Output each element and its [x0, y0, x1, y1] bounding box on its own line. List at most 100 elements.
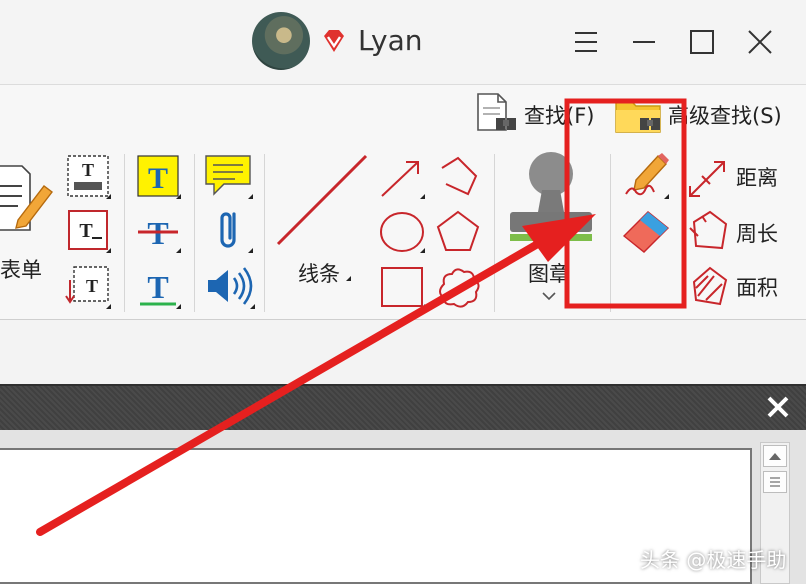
maximize-button[interactable] [682, 22, 722, 62]
form-label: 表单 [0, 258, 42, 282]
title-bar: Lyan [0, 0, 806, 84]
line-label: 线条 [298, 262, 340, 286]
svg-text:T: T [79, 220, 93, 242]
separator [124, 154, 125, 312]
highlight-text-tool[interactable]: T [134, 152, 182, 200]
find-button[interactable]: 查找(F) [474, 92, 594, 138]
advanced-find-label: 高级查找(S) [668, 104, 782, 128]
text-insert-caret[interactable] [106, 304, 111, 309]
stamp-icon [510, 152, 592, 241]
paperclip-icon [220, 212, 236, 248]
eraser-icon [622, 211, 670, 253]
close-button[interactable] [740, 22, 780, 62]
underline-caret[interactable] [176, 304, 181, 309]
strikeout-text-icon: T [138, 215, 178, 251]
perimeter-label: 周长 [736, 222, 778, 246]
menu-icon [575, 32, 597, 52]
area-label: 面积 [736, 276, 778, 300]
find-label: 查找(F) [524, 104, 595, 128]
attach-file-tool[interactable] [206, 206, 254, 254]
pencil-tool[interactable] [620, 150, 672, 200]
find-document-icon [477, 93, 516, 131]
text-field-icon: T [68, 210, 108, 250]
text-box-icon: T [67, 155, 109, 197]
ellipse-tool[interactable] [376, 206, 428, 258]
maximize-icon [690, 30, 714, 54]
area-tool[interactable] [684, 262, 734, 310]
rectangle-tool[interactable] [376, 264, 428, 312]
underline-text-tool[interactable]: T [134, 262, 182, 310]
strikeout-text-tool[interactable]: T [134, 206, 182, 254]
cloud-icon [439, 268, 480, 308]
stamp-tool[interactable] [504, 150, 598, 250]
line-tool[interactable] [272, 150, 372, 250]
pencil-caret[interactable] [664, 194, 669, 199]
sound-tool[interactable] [204, 262, 256, 310]
speaker-icon [208, 267, 253, 305]
form-button[interactable] [0, 156, 56, 238]
svg-text:T: T [86, 276, 98, 296]
distance-tool[interactable] [684, 154, 734, 202]
strikeout-caret[interactable] [176, 248, 181, 253]
advanced-find-button[interactable]: 高级查找(S) [614, 92, 782, 138]
highlight-caret[interactable] [176, 194, 181, 199]
grip-icon [770, 477, 780, 487]
text-field-caret[interactable] [106, 248, 111, 253]
note-tool[interactable] [202, 152, 254, 200]
svg-text:T: T [82, 160, 94, 180]
area-icon [692, 266, 728, 306]
minimize-button[interactable] [624, 22, 664, 62]
polygon-tool[interactable] [432, 206, 484, 258]
text-insert-tool[interactable]: T [64, 262, 112, 310]
cloud-tool[interactable] [432, 262, 484, 314]
comment-note-icon [205, 155, 251, 196]
separator [194, 154, 195, 312]
line-icon [276, 154, 368, 246]
text-box-caret[interactable] [106, 194, 111, 199]
sound-caret[interactable] [250, 304, 255, 309]
close-icon [748, 30, 772, 54]
separator [610, 154, 611, 312]
scroll-up-button[interactable] [763, 445, 787, 467]
stamp-dropdown-icon[interactable] [541, 290, 557, 302]
arrow-tool[interactable] [376, 154, 428, 202]
perimeter-icon [689, 210, 728, 250]
advanced-find-folder-icon [615, 101, 661, 133]
distance-label: 距离 [736, 166, 778, 190]
ellipse-caret[interactable] [420, 248, 425, 253]
pencil-icon [625, 153, 669, 196]
svg-text:T: T [147, 269, 168, 305]
text-field-tool[interactable]: T [64, 206, 112, 254]
scroll-up-icon [769, 453, 781, 460]
separator [264, 154, 265, 312]
text-box-tool[interactable]: T [64, 152, 112, 200]
pentagon-icon [436, 210, 480, 251]
arrow-caret[interactable] [420, 194, 425, 199]
form-clipboard-icon [0, 165, 53, 231]
note-caret[interactable] [248, 194, 253, 199]
watermark: 头条 @极速手助 [640, 548, 787, 572]
vip-badge-icon [324, 30, 344, 52]
attach-caret[interactable] [248, 248, 253, 253]
distance-icon [689, 161, 725, 197]
underline-text-icon: T [140, 269, 176, 306]
eraser-tool[interactable] [620, 206, 672, 256]
stamp-label: 图章 [528, 262, 570, 286]
perimeter-tool[interactable] [684, 208, 734, 256]
app-window: Lyan 查找(F) 高级查找(S) 表单 T T T T T T 线条 图章 … [0, 0, 806, 584]
highlight-text-icon: T [137, 155, 179, 197]
separator [494, 154, 495, 312]
polyline-icon [441, 156, 478, 196]
scroll-thumb[interactable] [763, 471, 787, 493]
rectangle-caret[interactable] [420, 304, 425, 309]
avatar[interactable] [252, 12, 310, 70]
close-icon [767, 396, 789, 418]
line-caret[interactable] [346, 276, 351, 281]
close-document-button[interactable] [760, 390, 796, 424]
minimize-icon [633, 41, 655, 43]
menu-button[interactable] [566, 22, 606, 62]
username: Lyan [358, 24, 423, 57]
document-tab-bar [0, 384, 806, 430]
svg-text:T: T [148, 162, 168, 195]
polyline-tool[interactable] [432, 154, 484, 202]
